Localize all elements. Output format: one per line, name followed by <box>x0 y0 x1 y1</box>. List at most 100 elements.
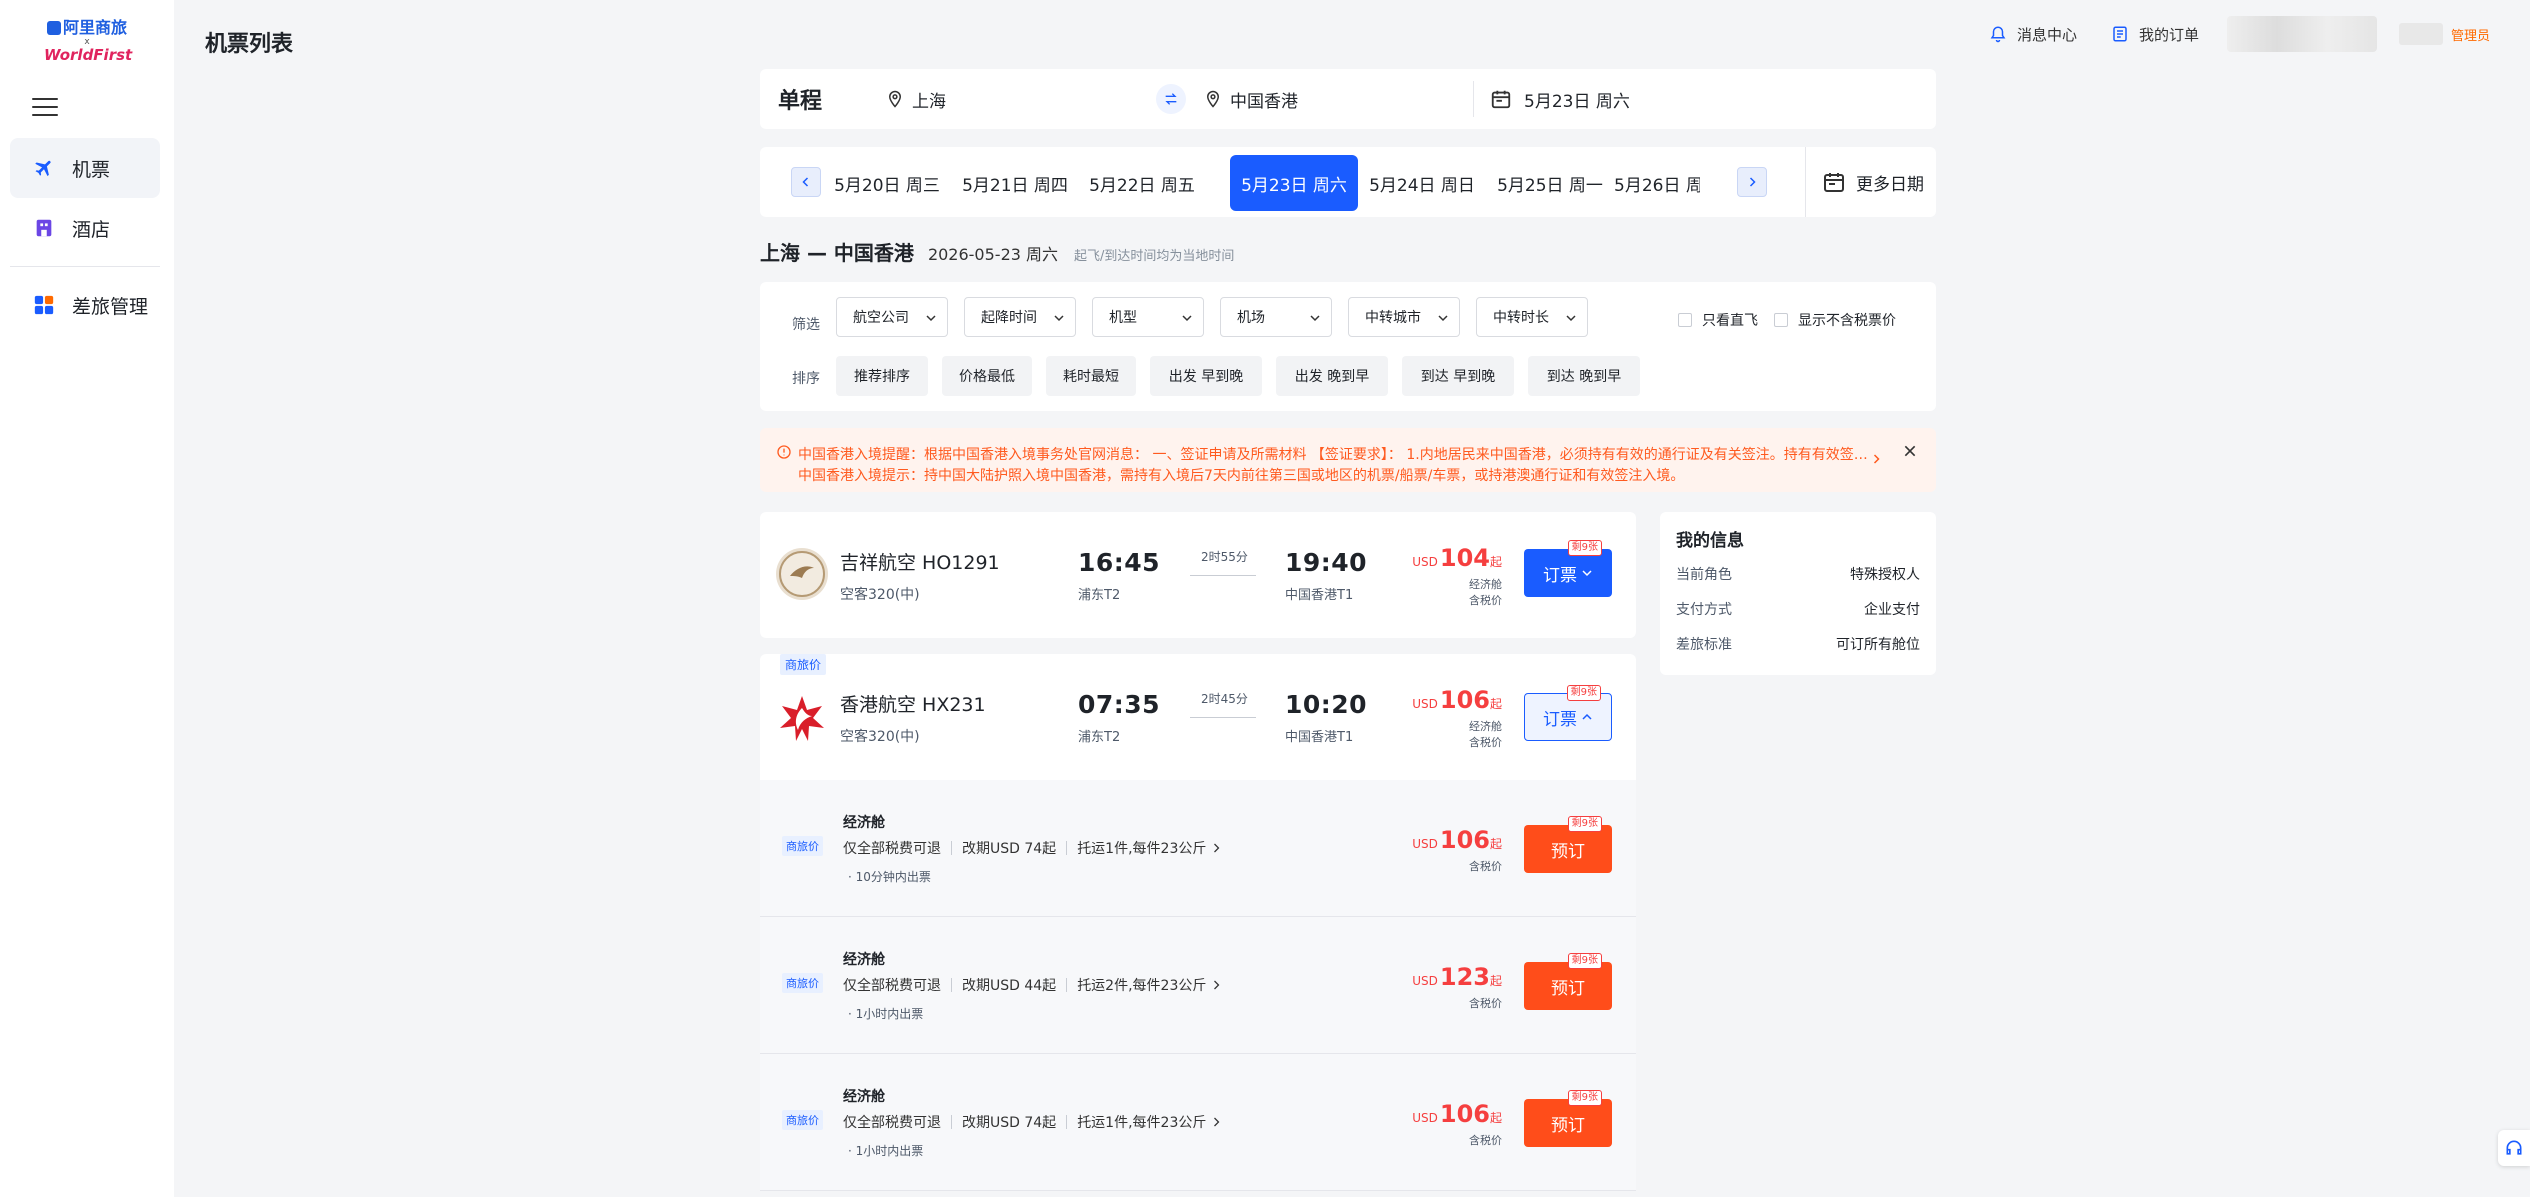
currency: USD <box>1412 697 1438 711</box>
sort-depart-late-button[interactable]: 出发 晚到早 <box>1276 356 1388 396</box>
reserve-label: 预订 <box>1551 1115 1585 1136</box>
divider <box>1473 81 1474 117</box>
sort-arrive-late-button[interactable]: 到达 晚到早 <box>1528 356 1640 396</box>
direct-only-checkbox[interactable]: 只看直飞 <box>1678 310 1758 330</box>
currency: USD <box>1412 837 1438 851</box>
flight-card[interactable]: 吉祥航空 HO1291 空客320(中) 16:45 浦东T2 2时55分 19… <box>760 512 1636 638</box>
sidebar-item-hotel[interactable]: 酒店 <box>10 198 160 258</box>
departure-city-field[interactable]: 上海 <box>886 87 946 112</box>
departure-date-field[interactable]: 5月23日 周六 <box>1490 87 1630 112</box>
swap-icon <box>1165 93 1177 105</box>
hamburger-menu-icon[interactable] <box>32 98 58 118</box>
info-key: 差旅标准 <box>1676 637 1732 653</box>
close-icon[interactable] <box>1902 443 1918 459</box>
dropdown-label: 航空公司 <box>853 310 909 326</box>
flight-search-bar: 单程 上海 中国香港 5月23日 周六 <box>760 69 1936 129</box>
book-button-expanded[interactable]: 订票 剩9张 <box>1524 685 1612 741</box>
departure-airport: 浦东T2 <box>1078 588 1121 603</box>
reserve-button[interactable]: 预订 剩9张 <box>1524 953 1612 1010</box>
user-info-redacted[interactable] <box>2226 16 2377 52</box>
next-dates-button[interactable] <box>1737 167 1767 197</box>
price-value: 106 <box>1439 826 1490 854</box>
my-info-panel: 我的信息 当前角色 特殊授权人 支付方式 企业支付 差旅标准 可订所有舱位 <box>1660 512 1936 675</box>
seats-left-badge: 剩9张 <box>1567 1090 1602 1106</box>
dropdown-label: 中转城市 <box>1365 310 1421 326</box>
sort-duration-button[interactable]: 耗时最短 <box>1046 356 1136 396</box>
sidebar-item-label: 酒店 <box>72 218 111 241</box>
more-dates-button[interactable]: 更多日期 <box>1805 147 1924 217</box>
prev-dates-button[interactable] <box>791 167 821 197</box>
show-pretax-checkbox[interactable]: 显示不含税票价 <box>1774 310 1896 330</box>
date-tab-selected[interactable]: 5月23日 周六 <box>1230 155 1358 211</box>
date-tab[interactable]: 5月21日 周四 <box>951 155 1079 211</box>
ticket-issue-time: · 1小时内出票 <box>848 1144 924 1158</box>
baggage-rule-link[interactable]: 托运2件,每件23公斤 <box>1077 975 1222 995</box>
swap-cities-button[interactable] <box>1156 84 1186 114</box>
my-orders-link[interactable]: 我的订单 <box>2111 24 2199 45</box>
arrival-airport: 中国香港T1 <box>1285 588 1354 603</box>
refund-rule: 仅全部税费可退 <box>843 841 941 857</box>
sort-recommended-button[interactable]: 推荐排序 <box>836 356 928 396</box>
dropdown-label: 机场 <box>1237 310 1265 326</box>
baggage-rule-link[interactable]: 托运1件,每件23公斤 <box>1077 1112 1222 1132</box>
currency: USD <box>1412 1111 1438 1125</box>
sidebar-item-label: 机票 <box>72 158 111 181</box>
flight-duration: 2时55分 <box>1201 550 1248 564</box>
date-tab[interactable]: 5月26日 周二 <box>1614 155 1700 211</box>
date-selector: 5月20日 周三 5月21日 周四 5月22日 周五 5月23日 周六 5月24… <box>760 147 1936 217</box>
calendar-icon <box>1824 173 1844 192</box>
filter-airport-dropdown[interactable]: 机场 <box>1220 297 1332 337</box>
expand-chevron-icon[interactable] <box>1870 452 1882 466</box>
chevron-down-icon <box>1054 315 1064 322</box>
sort-arrive-early-button[interactable]: 到达 早到晚 <box>1402 356 1514 396</box>
flight-card[interactable]: 商旅价 香港航空 HX231 空客320(中) 07:35 浦东T2 2时45分… <box>760 654 1636 780</box>
info-value: 企业支付 <box>1864 602 1920 618</box>
cabin-note: 经济舱 <box>1469 720 1502 733</box>
info-row-role: 当前角色 特殊授权人 <box>1676 564 1920 584</box>
price-suffix: 起 <box>1489 837 1502 851</box>
change-rule: 改期USD 74起 <box>962 841 1057 857</box>
baggage-rule-link[interactable]: 托运1件,每件23公斤 <box>1077 838 1222 858</box>
business-fare-tag: 商旅价 <box>780 654 827 675</box>
sort-price-button[interactable]: 价格最低 <box>942 356 1032 396</box>
arrival-time: 10:20 <box>1285 690 1368 719</box>
date-tab[interactable]: 5月24日 周日 <box>1358 155 1486 211</box>
tax-note: 含税价 <box>1469 594 1502 607</box>
sort-depart-early-button[interactable]: 出发 早到晚 <box>1150 356 1262 396</box>
chevron-down-icon <box>1566 315 1576 322</box>
arrival-time: 19:40 <box>1285 548 1368 577</box>
currency: USD <box>1412 555 1438 569</box>
tax-note: 含税价 <box>1469 1134 1502 1147</box>
book-button[interactable]: 订票 剩9张 <box>1524 540 1612 597</box>
filter-transfer-city-dropdown[interactable]: 中转城市 <box>1348 297 1460 337</box>
filter-transfer-duration-dropdown[interactable]: 中转时长 <box>1476 297 1588 337</box>
chevron-down-icon <box>1310 315 1320 322</box>
arrival-city-field[interactable]: 中国香港 <box>1204 87 1298 112</box>
price-suffix: 起 <box>1489 555 1502 569</box>
date-tab[interactable]: 5月25日 周一 <box>1486 155 1614 211</box>
chevron-right-icon <box>1749 177 1756 187</box>
brand-logo[interactable]: 阿里商旅 x WorldFirst <box>44 14 132 64</box>
filter-panel: 筛选 排序 航空公司 起降时间 机型 机场 中转城市 中转时长 只看直飞 显示不… <box>760 282 1936 411</box>
sidebar-item-flights[interactable]: 机票 <box>10 138 160 198</box>
customer-support-button[interactable] <box>2498 1130 2530 1166</box>
my-orders-label: 我的订单 <box>2138 25 2199 44</box>
tax-note: 含税价 <box>1469 736 1502 749</box>
calendar-icon <box>1491 90 1511 109</box>
chevron-down-icon <box>926 315 936 322</box>
date-tab[interactable]: 5月20日 周三 <box>823 155 951 211</box>
trip-type[interactable]: 单程 <box>778 83 886 115</box>
filter-airline-dropdown[interactable]: 航空公司 <box>836 297 948 337</box>
sidebar-item-travel-management[interactable]: 差旅管理 <box>10 275 160 335</box>
filter-aircraft-dropdown[interactable]: 机型 <box>1092 297 1204 337</box>
reserve-button[interactable]: 预订 剩9张 <box>1524 1090 1612 1147</box>
reserve-button[interactable]: 预订 剩9张 <box>1524 816 1612 873</box>
filter-time-dropdown[interactable]: 起降时间 <box>964 297 1076 337</box>
date-tab[interactable]: 5月22日 周五 <box>1078 155 1206 211</box>
price-value: 123 <box>1439 963 1490 991</box>
checkbox-label: 显示不含税票价 <box>1798 313 1896 329</box>
duration-line <box>1190 717 1256 718</box>
info-circle-icon <box>777 445 791 459</box>
route-date: 2026-05-23 周六 <box>927 245 1059 264</box>
message-center-link[interactable]: 消息中心 <box>1989 24 2077 45</box>
